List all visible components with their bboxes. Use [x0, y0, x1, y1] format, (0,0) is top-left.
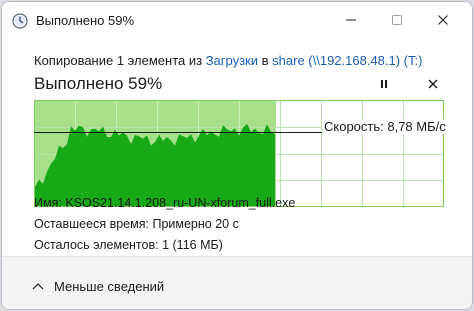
- cancel-button[interactable]: [421, 73, 445, 95]
- destination-folder-link[interactable]: share (\\192.168.48.1) (T:): [272, 53, 422, 68]
- pause-icon: [381, 80, 387, 88]
- transfer-speed-graph: [34, 100, 444, 207]
- dialog-content: Копирование 1 элемента из Загрузки в sha…: [2, 38, 472, 256]
- window-title: Выполнено 59%: [36, 13, 135, 28]
- copy-dialog-window: Выполнено 59% Копирование 1 элемента из …: [1, 1, 473, 310]
- clock-icon: [12, 13, 28, 29]
- time-remaining-label: Оставшееся время:: [34, 217, 149, 231]
- detail-items-row: Осталось элементов: 1 (116 МБ): [34, 235, 295, 256]
- copy-details: Имя: KSOS21.14.1.208_ru-UN-xforum_full.e…: [34, 193, 295, 256]
- source-folder-link[interactable]: Загрузки: [206, 53, 258, 68]
- title-bar: Выполнено 59%: [2, 2, 472, 38]
- minimize-button[interactable]: [328, 2, 374, 38]
- dialog-footer: Меньше сведений: [2, 256, 472, 309]
- items-remaining-label: Осталось элементов:: [34, 238, 159, 252]
- minimize-icon: [346, 19, 356, 21]
- copy-prefix: Копирование 1 элемента из: [34, 53, 206, 68]
- copy-middle: в: [258, 53, 273, 68]
- pause-button[interactable]: [372, 73, 396, 95]
- detail-name-row: Имя: KSOS21.14.1.208_ru-UN-xforum_full.e…: [34, 193, 295, 214]
- maximize-button[interactable]: [374, 2, 420, 38]
- items-remaining-value: 1 (116 МБ): [162, 238, 223, 252]
- less-details-label: Меньше сведений: [54, 278, 165, 294]
- cancel-icon: [428, 79, 438, 89]
- speed-label: Скорость: 8,78 МБ/с: [322, 119, 448, 134]
- detail-time-row: Оставшееся время: Примерно 20 с: [34, 214, 295, 235]
- name-label: Имя:: [34, 196, 62, 210]
- name-value: KSOS21.14.1.208_ru-UN-xforum_full.exe: [65, 196, 296, 210]
- chevron-up-icon: [32, 283, 44, 290]
- copy-description: Копирование 1 элемента из Загрузки в sha…: [34, 53, 422, 68]
- time-remaining-value: Примерно 20 с: [152, 217, 239, 231]
- less-details-button[interactable]: Меньше сведений: [32, 275, 164, 297]
- close-button[interactable]: [420, 2, 466, 38]
- close-icon: [438, 15, 448, 25]
- progress-title: Выполнено 59%: [34, 74, 163, 93]
- maximize-icon: [392, 15, 402, 25]
